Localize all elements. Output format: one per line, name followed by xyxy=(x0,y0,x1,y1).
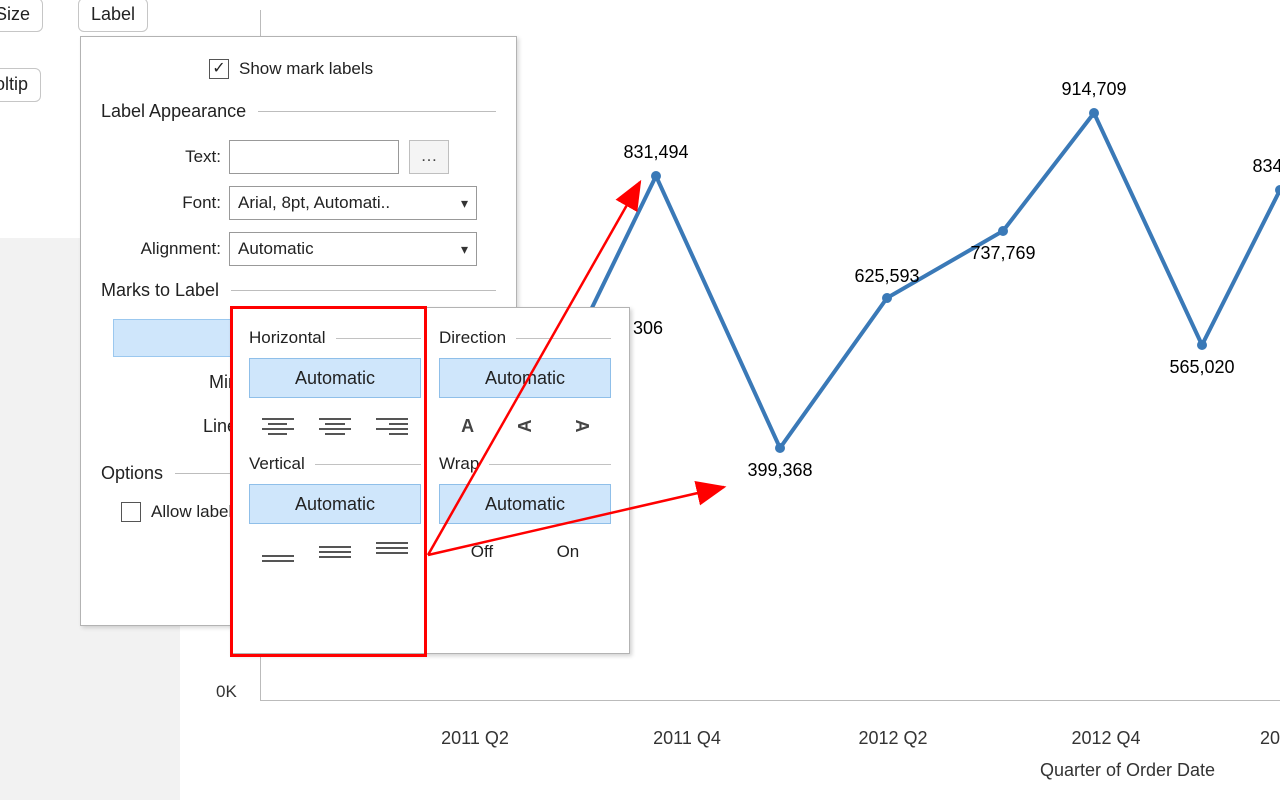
x-axis-tick: 20 xyxy=(1260,728,1280,749)
horizontal-automatic-button[interactable]: Automatic xyxy=(249,358,421,398)
font-dropdown[interactable]: Arial, 8pt, Automati.. ▾ xyxy=(229,186,477,220)
mark-label: 737,769 xyxy=(970,243,1035,264)
font-label: Font: xyxy=(101,193,229,213)
chart-point[interactable] xyxy=(775,443,785,453)
mark-label: 399,368 xyxy=(747,460,812,481)
alignment-subpanel: Horizontal Direction Automatic Automatic… xyxy=(230,307,630,654)
chevron-down-icon: ▾ xyxy=(461,195,468,212)
wrap-off-option[interactable]: Off xyxy=(465,538,499,566)
label-button[interactable]: Label xyxy=(78,0,148,32)
mark-label: 625,593 xyxy=(854,266,919,287)
label-text-input[interactable] xyxy=(229,140,399,174)
vertical-header: Vertical xyxy=(249,454,421,474)
x-axis-tick: 2011 Q4 xyxy=(653,728,721,749)
size-button-label: Size xyxy=(0,4,30,24)
horizontal-header: Horizontal xyxy=(249,328,421,348)
wrap-automatic-button[interactable]: Automatic xyxy=(439,484,611,524)
direction-icons: A A A xyxy=(439,408,611,444)
chart-point[interactable] xyxy=(1089,108,1099,118)
wrap-header: Wrap xyxy=(439,454,611,474)
tooltip-button[interactable]: oltip xyxy=(0,68,41,102)
direction-down-icon[interactable]: A xyxy=(568,410,596,442)
mark-label-partial-306: 306 xyxy=(633,318,663,339)
align-left-icon[interactable] xyxy=(262,412,294,440)
text-edit-button[interactable]: … xyxy=(409,140,449,174)
direction-automatic-button[interactable]: Automatic xyxy=(439,358,611,398)
align-right-icon[interactable] xyxy=(376,412,408,440)
alignment-dropdown-value: Automatic xyxy=(238,239,314,259)
alignment-label: Alignment: xyxy=(101,239,229,259)
chart-point[interactable] xyxy=(651,171,661,181)
marks-to-label-header: Marks to Label xyxy=(101,280,496,301)
text-label: Text: xyxy=(101,147,229,167)
show-mark-labels-checkbox[interactable]: ✓ xyxy=(209,59,229,79)
valign-middle-icon[interactable] xyxy=(319,538,351,566)
direction-normal-icon[interactable]: A xyxy=(452,412,484,440)
mark-label: 831,494 xyxy=(623,142,688,163)
y-tick-0k: 0K xyxy=(216,682,237,702)
font-dropdown-value: Arial, 8pt, Automati.. xyxy=(238,193,390,213)
chart-point[interactable] xyxy=(998,226,1008,236)
align-center-icon[interactable] xyxy=(319,412,351,440)
vertical-icons xyxy=(249,534,421,570)
valign-top-icon[interactable] xyxy=(376,538,408,566)
valign-bottom-icon[interactable] xyxy=(262,538,294,566)
allow-labels-label: Allow labels xyxy=(151,502,241,522)
chevron-down-icon: ▾ xyxy=(461,241,468,258)
x-axis-tick: 2012 Q4 xyxy=(1071,728,1140,749)
mark-label: 914,709 xyxy=(1061,79,1126,100)
label-button-label: Label xyxy=(91,4,135,24)
allow-labels-checkbox[interactable] xyxy=(121,502,141,522)
x-axis-tick: 2012 Q2 xyxy=(858,728,927,749)
chart-point[interactable] xyxy=(1275,185,1280,195)
tooltip-button-label: oltip xyxy=(0,74,28,94)
mark-label: 565,020 xyxy=(1169,357,1234,378)
label-appearance-header: Label Appearance xyxy=(101,101,496,122)
wrap-options: Off On xyxy=(439,534,611,570)
mark-label: 834,83 xyxy=(1252,156,1280,177)
vertical-automatic-button[interactable]: Automatic xyxy=(249,484,421,524)
chart-point[interactable] xyxy=(882,293,892,303)
size-button[interactable]: Size xyxy=(0,0,43,32)
direction-up-icon[interactable]: A xyxy=(511,410,539,442)
alignment-dropdown[interactable]: Automatic ▾ xyxy=(229,232,477,266)
x-axis-tick: 2011 Q2 xyxy=(441,728,509,749)
horizontal-icons xyxy=(249,408,421,444)
direction-header: Direction xyxy=(439,328,611,348)
chart-point[interactable] xyxy=(1197,340,1207,350)
show-mark-labels-label: Show mark labels xyxy=(239,59,373,79)
wrap-on-option[interactable]: On xyxy=(551,538,586,566)
x-axis-title: Quarter of Order Date xyxy=(1040,760,1215,781)
